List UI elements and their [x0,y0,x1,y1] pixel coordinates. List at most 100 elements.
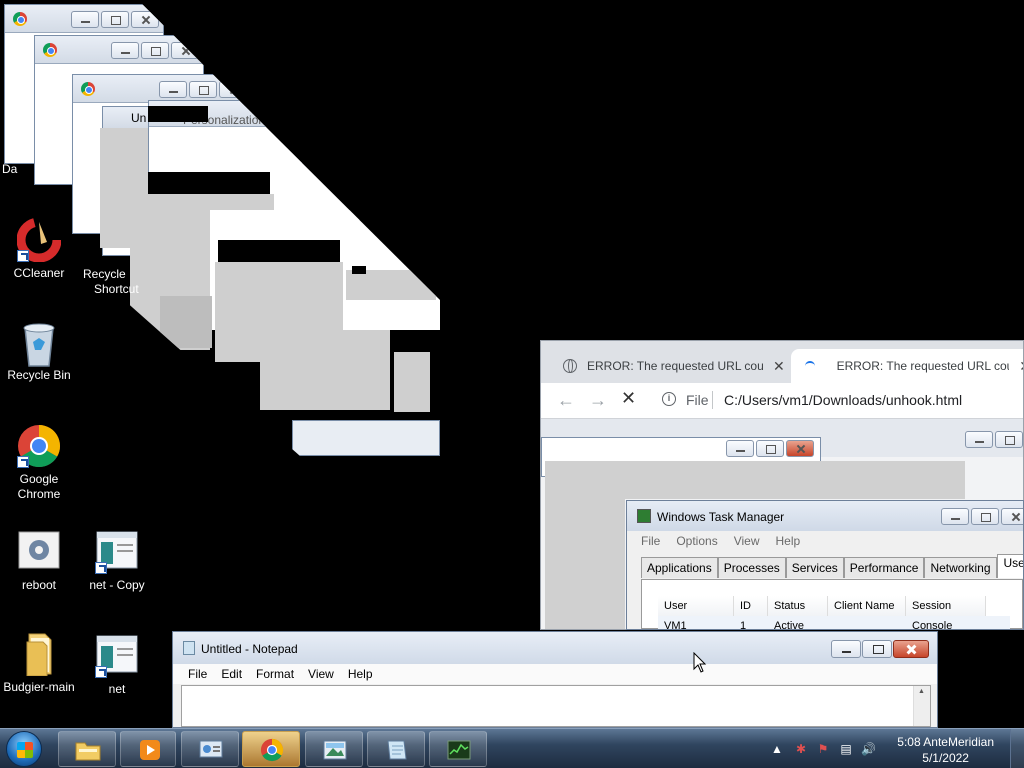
taskbar-explorer-button[interactable] [58,731,116,767]
notepad-text-area[interactable] [181,685,931,727]
show-desktop-button[interactable] [1010,729,1024,768]
close-button[interactable] [131,11,159,28]
menu-format[interactable]: Format [249,667,301,681]
clock-time: 5:08 AnteMeridian [897,735,994,749]
menu-file[interactable]: File [641,534,660,548]
desktop-icon-net[interactable]: net [78,634,156,697]
notepad-icon [183,641,195,655]
window-title: Windows Task Manager [657,510,785,524]
action-center-flag-icon[interactable]: ⚑ [816,742,830,756]
minimize-button[interactable] [831,640,861,658]
address-bar[interactable]: C:/Users/vm1/Downloads/unhook.html [724,392,962,408]
desktop-icon-net-copy[interactable]: net - Copy [78,530,156,593]
folder-icon [75,742,101,761]
desktop-icon-budgier-main[interactable]: Budgier-main [0,632,78,695]
taskbar-media-player-button[interactable] [120,731,176,767]
close-button[interactable] [219,81,247,98]
glitch-window-stack: Un Personalization [0,0,440,456]
cell-user: VM1 [664,620,687,630]
taskbar-photo-viewer-button[interactable] [305,731,363,767]
desktop-icon-reboot[interactable]: reboot [0,530,78,593]
menu-options[interactable]: Options [676,534,717,548]
column-header-user[interactable]: User [658,596,734,616]
task-manager-tabs: Applications Processes Services Performa… [641,554,1023,578]
start-button[interactable] [6,731,42,767]
control-panel-icon [199,740,223,758]
table-row[interactable]: VM1 1 Active Console [658,616,1010,630]
taskbar-notepad-button[interactable] [367,731,425,767]
close-button[interactable] [1001,508,1023,525]
system-tray: ▲ ✱ ⚑ ▤ 🔊 5:08 AnteMeridian 5/1/2022 [764,729,1024,768]
chrome-tab-strip: ERROR: The requested URL could not be re… [541,341,1023,383]
network-warning-icon[interactable]: ✱ [794,742,808,756]
menu-view[interactable]: View [301,667,341,681]
table-header: User ID Status Client Name Session [658,596,1010,616]
notepad-window[interactable]: Untitled - Notepad File Edit Format View… [172,631,938,728]
column-header-status[interactable]: Status [768,596,828,616]
net-icon [95,634,139,678]
back-button[interactable]: ← [557,390,575,411]
task-manager-window[interactable]: Windows Task Manager File Options View H… [626,500,1024,630]
shortcut-arrow-icon [95,666,107,678]
menu-help[interactable]: Help [776,534,801,548]
volume-icon[interactable]: 🔊 [861,742,876,756]
taskbar-control-panel-button[interactable] [181,731,239,767]
ghost-title-text: Un [131,111,147,125]
menu-edit[interactable]: Edit [214,667,249,681]
stop-loading-button[interactable]: ✕ [621,388,636,409]
vertical-scrollbar[interactable] [913,686,930,726]
maximize-button[interactable] [862,640,892,658]
address-scheme-label: File [686,392,709,408]
tab-networking[interactable]: Networking [924,557,997,578]
clock[interactable]: 5:08 AnteMeridian 5/1/2022 [897,734,994,766]
site-info-icon[interactable]: i [662,392,676,406]
column-header-client-name[interactable]: Client Name [828,596,906,616]
reboot-icon [17,530,61,574]
tab-services[interactable]: Services [785,557,844,578]
desktop-icon-google-chrome[interactable]: Google Chrome [0,424,78,502]
chrome-icon [260,738,284,762]
taskbar-task-manager-button[interactable] [429,731,487,767]
minimize-button[interactable] [159,81,187,98]
cell-id: 1 [740,620,747,630]
restore-button[interactable] [141,42,169,59]
menu-file[interactable]: File [181,667,214,681]
show-hidden-icons-icon[interactable]: ▲ [770,742,784,756]
tab-applications[interactable]: Applications [641,557,718,578]
chrome-icon [81,82,95,96]
tab-close-icon[interactable]: ✕ [773,358,785,375]
taskbar-chrome-button[interactable] [242,731,300,767]
partial-icon-label: Shortcut [94,282,139,296]
chrome-tab-2[interactable]: ERROR: The requested URL could not be re… [791,349,1023,383]
chrome-icon [17,424,61,468]
network-icon[interactable]: ▤ [839,742,853,756]
menu-help[interactable]: Help [341,667,380,681]
tab-users[interactable]: Users [996,554,1023,578]
partial-icon-label: Da [2,162,18,176]
menu-view[interactable]: View [734,534,760,548]
desktop-icon-label: reboot [21,578,57,592]
notepad-title-bar[interactable]: Untitled - Notepad [173,632,937,664]
task-manager-title-bar[interactable]: Windows Task Manager [627,501,1023,531]
task-manager-icon [447,740,471,760]
forward-button[interactable]: → [589,390,607,411]
restore-button[interactable] [971,508,999,525]
column-header-id[interactable]: ID [734,596,768,616]
minimize-button[interactable] [941,508,969,525]
tab-title: ERROR: The requested URL could not be re… [587,359,763,373]
close-button[interactable] [893,640,929,658]
column-header-session[interactable]: Session [906,596,986,616]
tab-performance[interactable]: Performance [843,557,925,578]
restore-button[interactable] [101,11,129,28]
tab-close-icon[interactable]: ✕ [1019,358,1023,375]
restore-button[interactable] [189,81,217,98]
chrome-tab-1[interactable]: ERROR: The requested URL could not be re… [541,349,785,383]
close-button[interactable] [171,42,199,59]
chrome-icon [43,43,57,57]
minimize-button[interactable] [71,11,99,28]
desktop-icon-recycle-bin[interactable]: Recycle Bin [0,320,78,383]
task-manager-icon [637,509,651,523]
tab-processes[interactable]: Processes [717,557,786,578]
media-player-icon [140,740,160,760]
minimize-button[interactable] [111,42,139,59]
